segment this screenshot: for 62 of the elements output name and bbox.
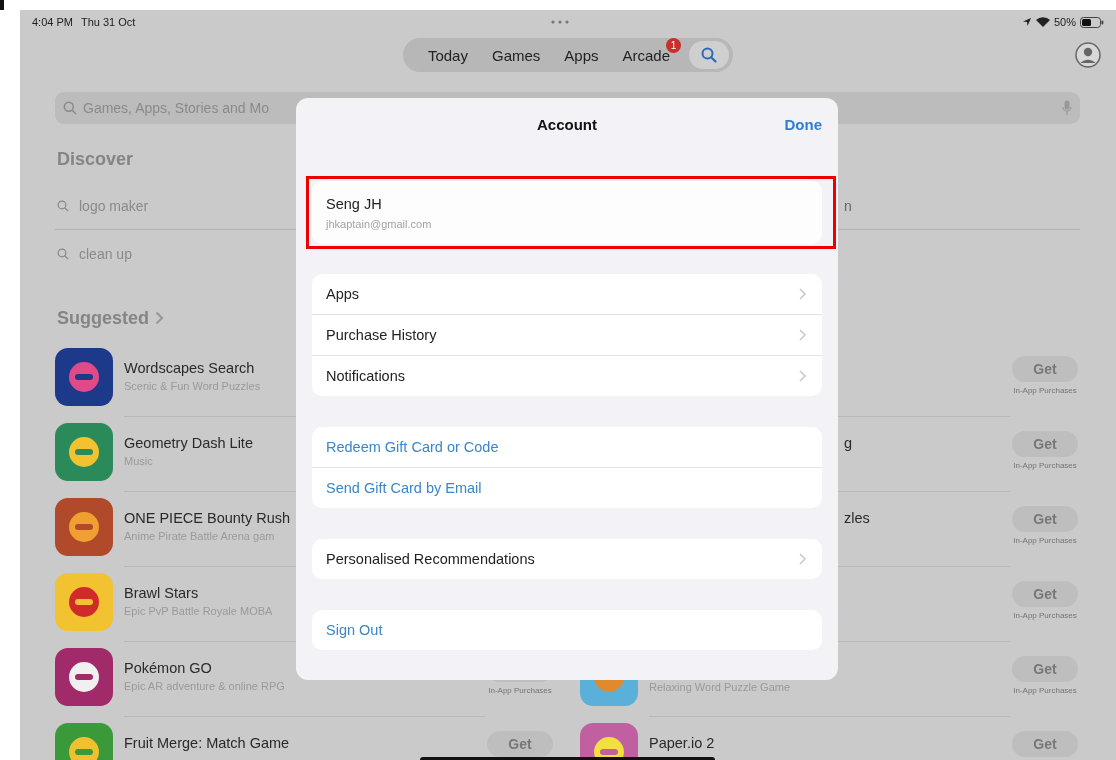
battery-icon [1080,16,1104,28]
get-button[interactable]: Get [1012,431,1078,457]
chevron-icon [799,288,806,300]
menu-item[interactable]: Redeem Gift Card or Code [326,439,499,455]
in-app-purchases-note: In-App Purchases [1013,611,1077,620]
in-app-purchases-note: In-App Purchases [1013,461,1077,470]
get-button[interactable]: Get [1012,356,1078,382]
app-title: Paper.io 2 [649,735,715,751]
app-title: zles [844,510,870,526]
wifi-icon [1035,17,1050,27]
menu-item[interactable]: Sign Out [326,622,383,638]
edge-mark [0,0,4,10]
get-button[interactable]: Get [1012,581,1078,607]
app-title: Geometry Dash Lite [124,435,253,451]
account-card[interactable]: Seng JH jhkaptain@gmail.com [312,181,822,244]
app-title: Fruit Merge: Match Game [124,735,290,751]
search-suggestion[interactable]: n [844,197,852,214]
app-icon[interactable] [55,648,113,706]
search-suggestion[interactable]: clean up [79,246,132,262]
chevron-icon [799,553,806,565]
in-app-purchases-note: In-App Purchases [1013,386,1077,395]
account-name: Seng JH [326,195,383,212]
chevron-icon [155,311,164,325]
menu-item[interactable]: Purchase History [326,327,437,343]
status-date: Thu 31 Oct [80,16,136,28]
app-icon[interactable] [55,348,113,406]
get-button[interactable]: Get [487,731,553,757]
account-icon[interactable] [1075,42,1101,68]
menu-item[interactable]: Personalised Recommendations [326,551,535,567]
app-title: Wordscapes Search [124,360,255,376]
chevron-icon [799,370,806,382]
chevron-icon [799,329,806,341]
app-title: Pokémon GO [124,660,212,676]
menu-item[interactable]: Send Gift Card by Email [326,480,482,496]
section-heading[interactable]: Suggested [57,307,149,329]
get-button[interactable]: Get [1012,506,1078,532]
tab[interactable]: Today [416,42,479,68]
menu-item[interactable]: Notifications [326,368,405,384]
in-app-purchases-note: In-App Purchases [1013,686,1077,695]
app-title: ONE PIECE Bounty Rush [124,510,290,526]
tab[interactable]: Apps [553,42,610,68]
status-time: 4:04 PM [32,16,73,28]
notification-badge: 1 [666,37,682,53]
app-title: Brawl Stars [124,585,199,601]
search-icon [701,47,718,63]
get-button[interactable]: Get [1012,656,1078,682]
get-button[interactable]: Get [1012,731,1078,757]
search-tab[interactable] [689,41,730,69]
search-icon [63,101,77,115]
search-icon [57,248,69,260]
multitasking-icon[interactable] [551,20,569,24]
location-icon [1021,17,1032,27]
section-heading: Discover [57,147,135,171]
search-suggestion[interactable]: logo maker [79,197,149,214]
in-app-purchases-note: In-App Purchases [1013,536,1077,545]
menu-item[interactable]: Apps [326,286,360,302]
battery-percent: 50% [1053,16,1076,28]
account-email: jhkaptain@gmail.com [326,217,433,230]
app-title: g [844,435,853,451]
in-app-purchases-note: In-App Purchases [488,686,552,695]
search-icon [57,199,69,212]
tab[interactable]: Games [480,42,552,68]
